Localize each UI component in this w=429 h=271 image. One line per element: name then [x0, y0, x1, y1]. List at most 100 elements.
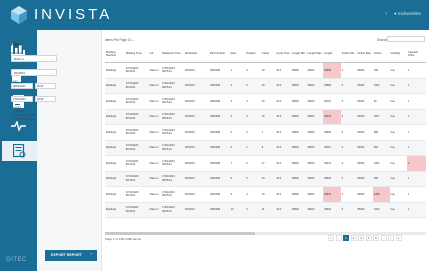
page-button[interactable]: … — [380, 235, 387, 241]
table-cell: 0 — [340, 93, 357, 110]
table-cell: 0 — [340, 78, 357, 94]
column-header[interactable]: Part Number — [208, 46, 230, 63]
until-time-input[interactable]: 23:59 — [35, 96, 56, 102]
radio-bad-parts[interactable]: ● Only Bad Parts — [13, 117, 34, 121]
column-header[interactable]: Cavity — [260, 46, 276, 63]
column-header[interactable]: Lid — [148, 46, 162, 63]
column-header[interactable]: Molding Time — [124, 46, 149, 63]
column-header[interactable]: Incline — [372, 46, 390, 63]
table-cell: 18 — [260, 62, 276, 79]
table-cell: Molding1 — [105, 62, 125, 79]
table-cell: 0 — [340, 140, 357, 156]
table-cell: Macro 1 — [148, 62, 162, 79]
table-cell: 896 — [372, 124, 390, 141]
table-row[interactable]: Molding1 17/01/2023 08:04:01 Macro 1 17/01/… — [105, 78, 426, 94]
table-cell: 35761 — [323, 93, 341, 110]
table-cell: 894 — [372, 140, 390, 156]
table-cell: 5 — [245, 78, 261, 94]
table-cell: 35931 — [323, 186, 341, 203]
table-cell: Molding1 — [105, 93, 125, 110]
column-header[interactable]: Injection Point — [407, 46, 426, 63]
column-header[interactable]: Length Min — [290, 46, 307, 63]
table-cell: Macro 1 — [148, 78, 162, 94]
machine-select[interactable]: Macro 1 ⌄ — [11, 55, 57, 62]
column-header[interactable]: Row — [229, 46, 246, 63]
table-cell: 4 — [245, 186, 261, 203]
table-cell: 2 — [229, 78, 246, 94]
table-cell: 3 — [229, 93, 246, 110]
until-date-input[interactable]: 17/01/2023 — [11, 96, 33, 102]
scrollbar-thumb[interactable] — [105, 232, 255, 235]
export-report-button[interactable]: EXPORT REPORT ⌃ — [45, 250, 97, 261]
column-header[interactable]: Measured Time — [161, 46, 184, 63]
table-cell: 17/01/2023 08:04:01 — [124, 171, 149, 187]
page-button[interactable]: 3 — [358, 235, 364, 241]
app-brand: INVISTA — [34, 6, 113, 23]
table-cell: Macro 1 — [148, 140, 162, 156]
table-cell: 36200 — [306, 186, 324, 203]
table-cell: true — [389, 202, 408, 218]
page-button[interactable]: 1 — [343, 235, 349, 241]
items-per-page[interactable]: Items Per Page 10 ⌄ — [105, 38, 135, 42]
search-input[interactable] — [387, 36, 425, 42]
table-row[interactable]: Molding1 17/01/2023 08:04:01 Macro 1 17/01/… — [105, 171, 426, 187]
table-cell: true — [389, 124, 408, 141]
table-cell: 7 — [229, 155, 246, 172]
table-cell: 35946 — [323, 171, 341, 187]
table-cell: 7 — [260, 124, 276, 141]
page-button[interactable]: ‹ — [335, 235, 342, 241]
page-button[interactable]: 2 — [350, 235, 357, 241]
column-header[interactable]: Incline Max — [356, 46, 373, 63]
table-row[interactable]: Molding1 17/01/2023 08:04:01 Macro 1 17/01/… — [105, 124, 426, 141]
page-button[interactable]: 5 — [373, 235, 379, 241]
table-cell: Macro 1 — [148, 186, 162, 203]
table-cell: C800298 — [208, 140, 230, 156]
table-cell: 35800 — [290, 109, 307, 125]
table-cell: 17/01/2023 08:05:21 — [161, 155, 184, 172]
table-row[interactable]: Molding1 17/01/2023 08:04:01 Macro 1 17/01/… — [105, 155, 426, 172]
table-cell: 35000 — [356, 124, 373, 141]
page-button[interactable]: » — [395, 235, 402, 241]
column-header[interactable]: Length — [323, 46, 341, 63]
table-cell: 42.0 — [275, 62, 291, 79]
table-cell: 35973 — [323, 155, 341, 172]
workorder-select[interactable]: WO0001 ⌄ — [11, 69, 57, 76]
table-cell: 1 — [407, 186, 426, 203]
table-cell: 35919 — [323, 202, 341, 218]
table-row[interactable]: Molding1 17/01/2023 08:04:01 Macro 1 17/01/… — [105, 62, 426, 79]
table-cell: 36200 — [306, 171, 324, 187]
table-cell: 35000 — [356, 186, 373, 203]
table-cell: 82 — [372, 93, 390, 110]
page-button[interactable]: 4 — [365, 235, 372, 241]
user-menu[interactable]: ! ● mchesshire — [385, 11, 421, 16]
column-header[interactable]: Workorder — [183, 46, 209, 63]
column-header[interactable]: Visibility — [389, 46, 408, 63]
waveform-icon — [10, 121, 26, 131]
table-cell: 789 — [372, 62, 390, 79]
user-icon: ● — [394, 11, 397, 16]
table-cell: 10 — [229, 202, 246, 218]
column-header[interactable]: Position — [245, 46, 261, 63]
page-button[interactable]: « — [328, 235, 334, 241]
nav-reports[interactable] — [2, 141, 37, 161]
table-cell: 35800 — [290, 140, 307, 156]
page-button[interactable]: › — [388, 235, 394, 241]
table-cell: Molding1 — [105, 155, 125, 172]
report-icon — [13, 144, 26, 158]
table-row[interactable]: Molding1 17/01/2023 08:04:01 Macro 1 17/01/… — [105, 140, 426, 156]
column-header[interactable]: Molding Machine — [105, 46, 125, 63]
table-cell: 35000 — [356, 140, 373, 156]
column-header[interactable]: Incline Min — [340, 46, 357, 63]
table-cell: WO0001 — [183, 109, 209, 125]
from-time-input[interactable]: 00:00 — [35, 83, 56, 89]
column-header[interactable]: Cycle Time — [275, 46, 291, 63]
table-row[interactable]: Molding1 17/01/2023 08:04:01 Macro 1 17/01/… — [105, 202, 426, 218]
table-row[interactable]: Molding1 17/01/2023 08:04:01 Macro 1 17/01/… — [105, 109, 426, 125]
from-date-input[interactable]: 08/01/2023 — [11, 83, 33, 89]
bell-icon[interactable]: ! — [385, 11, 386, 16]
table-row[interactable]: Molding1 17/01/2023 08:04:01 Macro 1 17/01/… — [105, 186, 426, 203]
column-header[interactable]: Length Max — [306, 46, 324, 63]
export-label: EXPORT REPORT — [51, 253, 82, 257]
table-cell: 0 — [340, 186, 357, 203]
table-row[interactable]: Molding1 17/01/2023 08:04:01 Macro 1 17/01/… — [105, 93, 426, 110]
